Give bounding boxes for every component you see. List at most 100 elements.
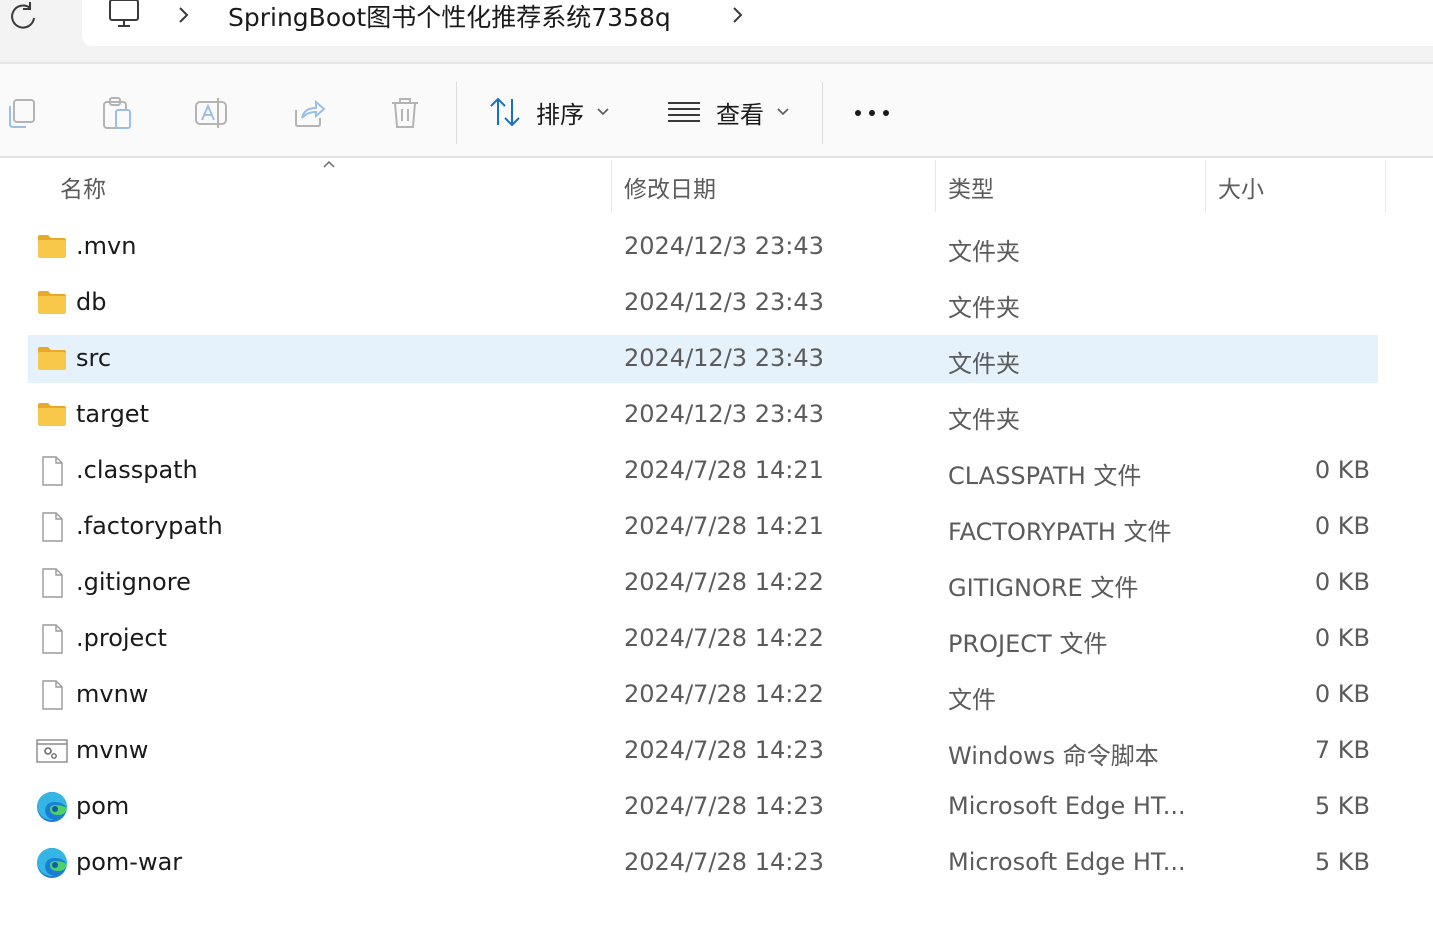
- file-type: 文件夹: [948, 294, 1020, 322]
- chevron-down-icon: [597, 108, 609, 116]
- file-size: 5 KB: [1314, 792, 1370, 820]
- folder-icon: [36, 231, 68, 263]
- column-divider[interactable]: [1205, 160, 1206, 212]
- file-name: target: [76, 400, 149, 428]
- file-icon: [36, 679, 68, 711]
- chevron-down-icon: [777, 108, 789, 116]
- file-size: 5 KB: [1314, 848, 1370, 876]
- sort-button[interactable]: 排序: [488, 92, 610, 132]
- file-date: 2024/7/28 14:22: [624, 568, 824, 596]
- share-icon[interactable]: [292, 96, 326, 130]
- file-name: pom: [76, 792, 130, 820]
- chevron-right-icon[interactable]: [730, 2, 746, 28]
- column-divider[interactable]: [611, 160, 612, 212]
- file-type: PROJECT 文件: [948, 630, 1108, 658]
- view-label: 查看: [716, 100, 764, 129]
- column-header-type[interactable]: 类型: [948, 170, 994, 204]
- column-divider[interactable]: [935, 160, 936, 212]
- file-type: GITIGNORE 文件: [948, 574, 1139, 602]
- copy-icon[interactable]: [4, 96, 38, 130]
- file-row[interactable]: mvnw 2024/7/28 14:23 Windows 命令脚本 7 KB: [28, 727, 1378, 775]
- file-row[interactable]: pom 2024/7/28 14:23 Microsoft Edge HT...…: [28, 783, 1378, 831]
- breadcrumb-current[interactable]: SpringBoot图书个性化推荐系统7358q: [228, 0, 671, 34]
- file-date: 2024/7/28 14:23: [624, 848, 824, 876]
- more-options-icon[interactable]: [850, 100, 894, 124]
- file-type: CLASSPATH 文件: [948, 462, 1142, 490]
- file-date: 2024/12/3 23:43: [624, 344, 824, 372]
- file-date: 2024/12/3 23:43: [624, 288, 824, 316]
- file-size: 0 KB: [1314, 456, 1370, 484]
- file-type: 文件夹: [948, 238, 1020, 266]
- file-size: 0 KB: [1314, 680, 1370, 708]
- file-row[interactable]: .classpath 2024/7/28 14:21 CLASSPATH 文件 …: [28, 447, 1378, 495]
- file-icon: [36, 567, 68, 599]
- view-list-icon: [668, 102, 700, 122]
- toolbar-separator: [822, 82, 823, 144]
- file-date: 2024/7/28 14:22: [624, 680, 824, 708]
- file-type: Windows 命令脚本: [948, 742, 1159, 770]
- file-size: 0 KB: [1314, 568, 1370, 596]
- file-name: .gitignore: [76, 568, 191, 596]
- address-bar: SpringBoot图书个性化推荐系统7358q: [0, 0, 1433, 64]
- file-icon: [36, 455, 68, 487]
- file-date: 2024/12/3 23:43: [624, 232, 824, 260]
- file-date: 2024/7/28 14:22: [624, 624, 824, 652]
- file-name: .classpath: [76, 456, 198, 484]
- file-type: Microsoft Edge HT...: [948, 792, 1186, 820]
- file-row[interactable]: pom-war 2024/7/28 14:23 Microsoft Edge H…: [28, 839, 1378, 887]
- file-type: 文件: [948, 686, 996, 714]
- file-date: 2024/7/28 14:23: [624, 736, 824, 764]
- file-type: 文件夹: [948, 406, 1020, 434]
- file-name: .factorypath: [76, 512, 223, 540]
- file-date: 2024/12/3 23:43: [624, 400, 824, 428]
- file-row[interactable]: .gitignore 2024/7/28 14:22 GITIGNORE 文件 …: [28, 559, 1378, 607]
- file-date: 2024/7/28 14:23: [624, 792, 824, 820]
- refresh-icon[interactable]: [8, 0, 38, 34]
- chevron-right-icon[interactable]: [176, 2, 192, 28]
- toolbar-separator: [456, 82, 457, 144]
- file-name: mvnw: [76, 736, 149, 764]
- column-header-row: 名称 修改日期 类型 大小: [0, 160, 1433, 212]
- file-icon: [36, 511, 68, 543]
- file-icon: [36, 623, 68, 655]
- column-header-modified[interactable]: 修改日期: [624, 170, 716, 204]
- edge-icon: [36, 791, 68, 823]
- rename-icon[interactable]: [194, 96, 228, 130]
- pc-icon[interactable]: [108, 0, 140, 32]
- column-header-name[interactable]: 名称: [60, 170, 106, 204]
- file-name: .project: [76, 624, 167, 652]
- file-name: mvnw: [76, 680, 149, 708]
- file-name: db: [76, 288, 107, 316]
- file-name: .mvn: [76, 232, 137, 260]
- sort-ascending-icon: [323, 160, 335, 168]
- file-row[interactable]: src 2024/12/3 23:43 文件夹: [28, 335, 1378, 383]
- file-type: 文件夹: [948, 350, 1020, 378]
- paste-icon[interactable]: [100, 96, 134, 130]
- file-date: 2024/7/28 14:21: [624, 512, 824, 540]
- file-date: 2024/7/28 14:21: [624, 456, 824, 484]
- command-bar: 排序 查看: [0, 64, 1433, 158]
- file-type: FACTORYPATH 文件: [948, 518, 1172, 546]
- delete-icon[interactable]: [388, 96, 422, 130]
- file-row[interactable]: .factorypath 2024/7/28 14:21 FACTORYPATH…: [28, 503, 1378, 551]
- file-size: 0 KB: [1314, 624, 1370, 652]
- column-divider[interactable]: [1385, 160, 1386, 212]
- script-icon: [36, 735, 68, 767]
- sort-label: 排序: [536, 100, 584, 129]
- column-header-size[interactable]: 大小: [1218, 170, 1264, 204]
- view-button[interactable]: 查看: [666, 92, 790, 132]
- edge-icon: [36, 847, 68, 879]
- file-row[interactable]: target 2024/12/3 23:43 文件夹: [28, 391, 1378, 439]
- file-name: src: [76, 344, 112, 372]
- file-name: pom-war: [76, 848, 183, 876]
- file-type: Microsoft Edge HT...: [948, 848, 1186, 876]
- file-row[interactable]: mvnw 2024/7/28 14:22 文件 0 KB: [28, 671, 1378, 719]
- file-row[interactable]: db 2024/12/3 23:43 文件夹: [28, 279, 1378, 327]
- file-size: 7 KB: [1314, 736, 1370, 764]
- file-size: 0 KB: [1314, 512, 1370, 540]
- folder-icon: [36, 343, 68, 375]
- sort-icon: [490, 97, 520, 127]
- file-row[interactable]: .project 2024/7/28 14:22 PROJECT 文件 0 KB: [28, 615, 1378, 663]
- folder-icon: [36, 287, 68, 319]
- file-row[interactable]: .mvn 2024/12/3 23:43 文件夹: [28, 223, 1378, 271]
